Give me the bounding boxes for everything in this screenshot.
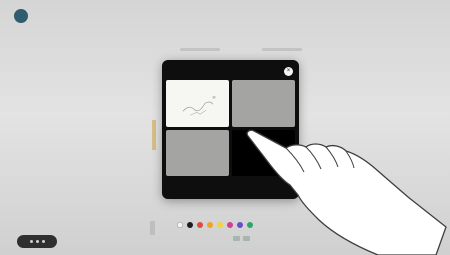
menu-pill-button[interactable] xyxy=(17,235,57,248)
color-swatch-1[interactable] xyxy=(177,222,183,228)
color-swatch-5[interactable] xyxy=(217,222,223,228)
color-swatch-3[interactable] xyxy=(197,222,203,228)
color-swatch-6[interactable] xyxy=(227,222,233,228)
dot-icon xyxy=(41,240,45,243)
avatar-icon[interactable] xyxy=(14,9,28,23)
template-tile-whiteboard[interactable] xyxy=(166,80,229,127)
pointing-hand-icon xyxy=(246,129,447,255)
background-label xyxy=(262,48,302,51)
sketch-preview-icon xyxy=(182,95,216,116)
background-label xyxy=(180,48,220,51)
color-swatch-2[interactable] xyxy=(187,222,193,228)
close-button[interactable]: × xyxy=(284,67,293,76)
top-bar xyxy=(14,9,32,23)
whiteboard-edge xyxy=(152,120,156,150)
dot-icon xyxy=(35,240,39,243)
template-tile-gray[interactable] xyxy=(166,129,229,176)
whiteboard-screen: × xyxy=(0,0,450,255)
undo-button[interactable] xyxy=(233,236,240,241)
pen-tool-icon[interactable] xyxy=(150,221,155,235)
color-swatch-4[interactable] xyxy=(207,222,213,228)
dot-icon xyxy=(29,240,33,243)
